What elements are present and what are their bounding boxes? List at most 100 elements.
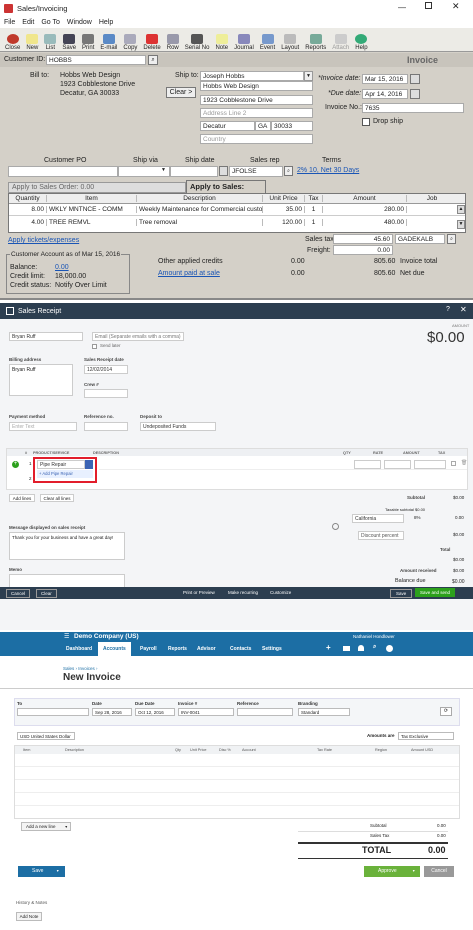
row-tax[interactable]: 1 [305, 206, 323, 213]
user-name[interactable]: Nathaniel Hondlower [353, 634, 395, 639]
reference-input[interactable] [237, 708, 293, 716]
add-note-button[interactable]: Add Note [16, 912, 42, 921]
save-button[interactable]: Save ▼ [18, 866, 65, 877]
list-button[interactable]: List [41, 28, 59, 51]
email-button[interactable]: E-mail [97, 28, 120, 51]
layout-button[interactable]: Layout [278, 28, 302, 51]
scroll-down-icon[interactable]: ▼ [457, 220, 465, 229]
table-row[interactable] [15, 754, 459, 767]
company-name[interactable]: Demo Company (US) [74, 633, 139, 640]
nav-advisor[interactable]: Advisor [197, 646, 216, 652]
freight-input[interactable]: 0.00 [333, 245, 393, 255]
menu-goto[interactable]: Go To [41, 19, 60, 26]
ship-date-calendar-icon[interactable] [219, 166, 228, 176]
ship-date-input[interactable] [170, 166, 218, 177]
customer-lookup-icon[interactable]: ⌕ [148, 55, 158, 65]
ship-to-dropdown-icon[interactable]: ▼ [304, 71, 313, 81]
ship-to-select[interactable]: Joseph Hobbs [200, 71, 304, 81]
serialno-button[interactable]: Serial No [182, 28, 213, 51]
qty-input[interactable] [354, 460, 381, 469]
rate-input[interactable] [384, 460, 411, 469]
approve-button[interactable]: Approve ▼ [364, 866, 420, 877]
make-recurring-link[interactable]: Make recurring [228, 590, 258, 595]
help-button[interactable]: Help [352, 28, 370, 51]
maximize-icon[interactable] [425, 2, 432, 9]
deposit-select[interactable]: Undeposited Funds [140, 422, 216, 431]
notifications-icon[interactable] [358, 645, 364, 651]
search-icon[interactable]: ⌕ [373, 644, 376, 651]
ship-via-dropdown-icon[interactable]: ▼ [161, 167, 166, 173]
ship-address-2-field[interactable]: Address Line 2 [200, 108, 313, 118]
attach-button[interactable]: Attach [329, 28, 352, 51]
table-row[interactable]: 8.00 WKLY MNTNCE - COMM Weekly Maintenan… [9, 204, 465, 216]
date-input[interactable]: Sep 28, 2016 [92, 708, 132, 716]
product-input[interactable]: Pipe Repair [37, 460, 85, 469]
row-description[interactable]: Weekly Maintenance for Commercial custo [137, 206, 263, 213]
menu-file[interactable]: File [4, 19, 15, 26]
invoice-calendar-icon[interactable] [410, 74, 420, 84]
tax-checkbox[interactable] [451, 461, 456, 466]
plus-icon[interactable]: + [326, 643, 331, 652]
send-later-checkbox[interactable] [92, 344, 97, 349]
sales-rep-lookup-icon[interactable]: ⌕ [284, 166, 293, 176]
row-quantity[interactable]: 4.00 [9, 218, 47, 226]
product-dropdown-icon[interactable] [85, 460, 93, 469]
tab-apply-sales[interactable]: Apply to Sales: 760.00 [186, 180, 266, 203]
invoice-number-input[interactable]: INV-0041 [178, 708, 234, 716]
close-icon[interactable]: ✕ [452, 1, 460, 12]
nav-dashboard[interactable]: Dashboard [66, 646, 92, 652]
balance-link[interactable]: 0.00 [55, 264, 69, 271]
journal-button[interactable]: Journal [231, 28, 257, 51]
customer-select[interactable]: Bryan Ruff [9, 332, 83, 341]
files-icon[interactable] [343, 646, 350, 651]
ship-state-field[interactable]: GA [255, 121, 271, 131]
cancel-button[interactable]: Cancel [6, 589, 31, 598]
discount-input[interactable]: Discount percent [358, 531, 404, 540]
tax-region-select[interactable]: California [352, 514, 404, 523]
nav-accounts[interactable]: Accounts [98, 642, 131, 656]
clear-button[interactable]: Clear [36, 589, 57, 598]
drop-ship-checkbox[interactable] [362, 118, 370, 126]
message-textarea[interactable]: Thank you for your business and have a g… [9, 532, 125, 560]
new-button[interactable]: New [23, 28, 41, 51]
delete-button[interactable]: Delete [140, 28, 163, 51]
row-unit-price[interactable]: 120.00 [263, 218, 305, 226]
close-icon[interactable]: ✕ [460, 305, 467, 314]
save-and-send-button[interactable]: Save and send [415, 588, 456, 597]
row-description[interactable]: Tree removal [137, 218, 263, 226]
tax-code-lookup-icon[interactable]: ⌕ [447, 234, 456, 244]
customize-link[interactable]: Customize [270, 590, 291, 595]
invoice-no-input[interactable]: 7635 [362, 103, 464, 113]
sales-rep-input[interactable]: JFOLSE [229, 166, 283, 177]
nav-contacts[interactable]: Contacts [230, 646, 251, 652]
customer-po-input[interactable] [8, 166, 118, 177]
nav-reports[interactable]: Reports [168, 646, 187, 652]
due-date-input[interactable]: Apr 14, 2016 [362, 89, 408, 99]
row-amount[interactable]: 280.00 [323, 206, 407, 213]
copy-button[interactable]: Copy [120, 28, 140, 51]
table-row[interactable] [15, 780, 459, 793]
amounts-are-select[interactable]: Tax Exclusive [398, 732, 454, 740]
ship-city-field[interactable]: Decatur [200, 121, 255, 131]
note-button[interactable]: Note [212, 28, 231, 51]
add-lines-button[interactable]: Add lines [9, 494, 35, 502]
nav-payroll[interactable]: Payroll [140, 646, 157, 652]
scroll-up-icon[interactable]: ▲ [457, 205, 465, 214]
row-quantity[interactable]: 8.00 [9, 206, 47, 213]
crew-input[interactable] [84, 389, 128, 398]
currency-select[interactable]: USD United States Dollar [17, 732, 75, 740]
row-item[interactable]: WKLY MNTNCE - COMM [47, 206, 137, 213]
customer-id-input[interactable]: HOBBS [46, 55, 146, 65]
event-button[interactable]: Event [257, 28, 278, 51]
tab-apply-sales-order[interactable]: Apply to Sales Order: 0.00 [8, 182, 186, 193]
menu-help[interactable]: Help [99, 19, 113, 26]
save-button[interactable]: Save [59, 28, 79, 51]
add-product-option[interactable]: + Add Pipe Repair [37, 470, 93, 478]
delete-row-icon[interactable]: 🗑 [461, 460, 467, 466]
save-button[interactable]: Save [390, 589, 413, 598]
billing-address-box[interactable]: Bryan Ruff [9, 364, 73, 396]
print-preview-link[interactable]: Print or Preview [183, 590, 215, 595]
reports-button[interactable]: Reports [302, 28, 329, 51]
tax-code-input[interactable]: GADEKALB [395, 234, 445, 244]
row-tax[interactable]: 1 [305, 218, 323, 226]
